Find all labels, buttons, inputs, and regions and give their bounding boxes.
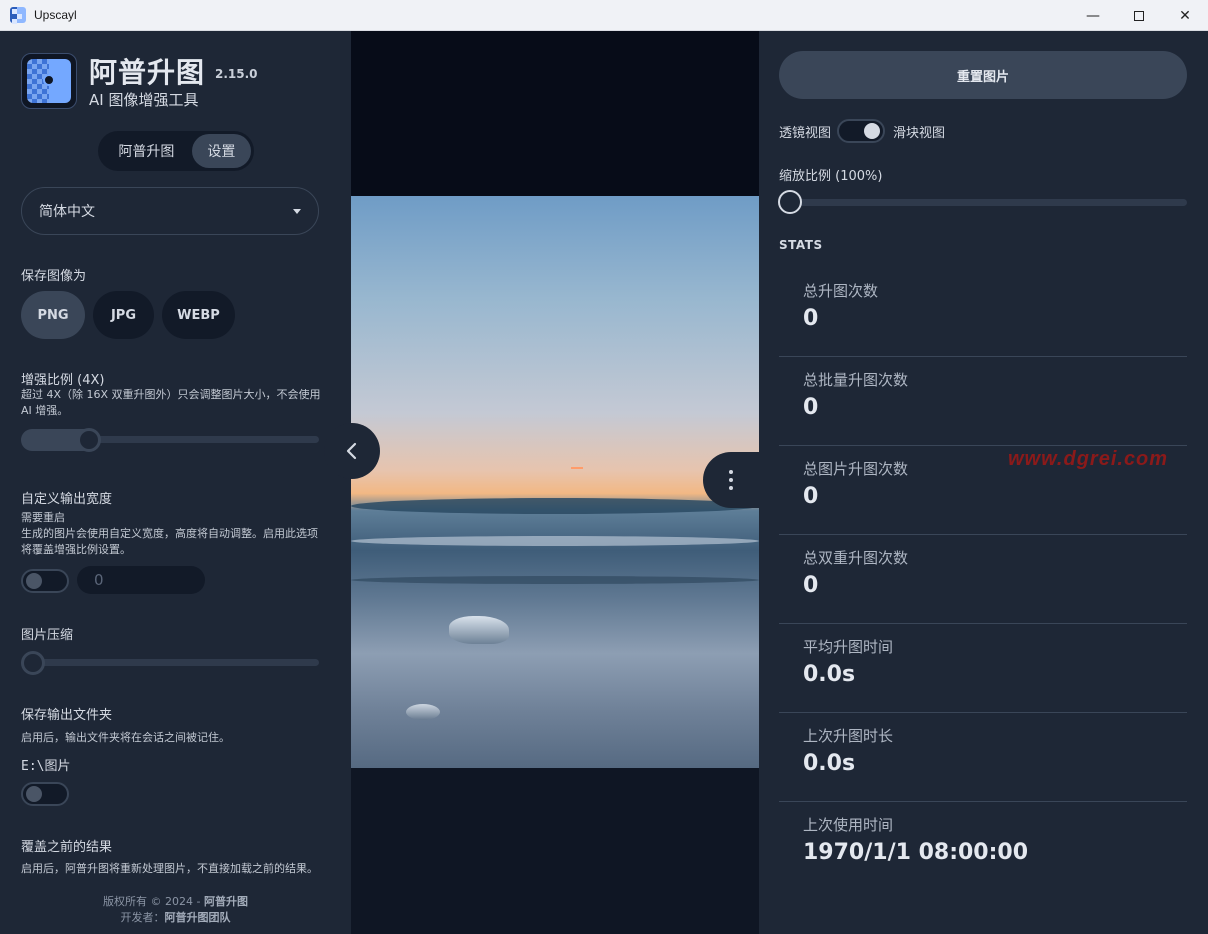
zoom-slider-knob[interactable] [778, 190, 802, 214]
compression-slider-knob[interactable] [21, 651, 45, 675]
scale-title: 增强比例 (4X) [21, 373, 105, 388]
language-select[interactable]: 简体中文 [21, 187, 319, 235]
chevron-down-icon [293, 209, 301, 214]
reset-image-button[interactable]: 重置图片 [779, 51, 1187, 99]
chevron-left-icon [346, 442, 357, 460]
maximize-icon [1134, 10, 1144, 21]
slider-view-label: 滑块视图 [893, 125, 946, 141]
scale-description: 超过 4X（除 16X 双重升图外）只会调整图片大小，不会使用 AI 增强。 [21, 388, 321, 417]
custom-width-note: 需要重启 [21, 511, 65, 524]
version-badge: 2.15.0 [215, 67, 258, 81]
preview-image [351, 196, 759, 768]
stat-double-upscayls: 总双重升图次数 0 [779, 535, 1187, 624]
tab-settings[interactable]: 设置 [191, 134, 251, 168]
settings-sidebar: 阿普升图 2.15.0 AI 图像增强工具 阿普升图 设置 简体中文 保存图像为… [0, 31, 351, 934]
custom-width-description: 生成的图片会使用自定义宽度，高度将自动调整。启用此选项将覆盖增强比例设置。 [21, 527, 318, 556]
custom-width-title: 自定义输出宽度 [21, 492, 113, 507]
brand-subtitle: AI 图像增强工具 [89, 91, 199, 109]
format-jpg-button[interactable]: JPG [93, 291, 154, 339]
save-format-title: 保存图像为 [21, 269, 87, 284]
overwrite-title: 覆盖之前的结果 [21, 840, 113, 855]
save-folder-title: 保存输出文件夹 [21, 708, 113, 723]
developer-text: 开发者：阿普升图团队 [120, 911, 231, 924]
zoom-label: 缩放比例 (100%) [779, 169, 883, 184]
zoom-slider[interactable] [778, 190, 1187, 214]
more-vertical-icon [729, 470, 733, 490]
lens-view-label: 透镜视图 [779, 125, 832, 141]
stat-batch-upscayls: 总批量升图次数 0 [779, 357, 1187, 446]
compression-slider[interactable] [21, 651, 319, 675]
overwrite-description: 启用后，阿普升图将重新处理图片，不直接加载之前的结果。 [21, 862, 318, 875]
stat-last-duration: 上次升图时长 0.0s [779, 713, 1187, 802]
image-viewer [351, 31, 759, 934]
window-title: Upscayl [34, 8, 77, 22]
compression-title: 图片压缩 [21, 628, 74, 643]
maximize-button[interactable] [1116, 0, 1162, 31]
stat-average-time: 平均升图时间 0.0s [779, 624, 1187, 713]
minimize-button[interactable]: — [1070, 0, 1116, 31]
language-value: 简体中文 [39, 204, 95, 220]
stats-title: STATS [779, 238, 823, 252]
stat-last-used: 上次使用时间 1970/1/1 08:00:00 [803, 816, 1029, 865]
scale-slider-knob[interactable] [77, 428, 101, 452]
view-mode-toggle[interactable] [837, 119, 886, 143]
save-folder-toggle[interactable] [21, 782, 69, 806]
main-tabs: 阿普升图 设置 [98, 131, 254, 171]
right-panel: 重置图片 透镜视图 滑块视图 缩放比例 (100%) STATS 总升图次数 0… [759, 31, 1208, 934]
save-folder-description: 启用后，输出文件夹将在会话之间被记住。 [21, 731, 230, 744]
custom-width-input[interactable]: 0 [77, 566, 205, 594]
brand-name: 阿普升图 [89, 56, 206, 89]
stat-total-upscayls: 总升图次数 0 [779, 268, 1187, 357]
close-button[interactable]: ✕ [1162, 0, 1208, 31]
copyright-text: 版权所有 © 2024 - 阿普升图 [103, 895, 248, 908]
view-mode-row: 透镜视图 滑块视图 [779, 119, 945, 143]
custom-width-toggle[interactable] [21, 569, 69, 593]
app-icon [10, 7, 26, 23]
tab-upscayl[interactable]: 阿普升图 [101, 134, 192, 168]
watermark-text: www.dgrei.com [1008, 448, 1169, 470]
more-options-button[interactable] [703, 452, 759, 508]
save-folder-path: E:\图片 [21, 759, 71, 774]
scale-slider[interactable] [21, 428, 319, 452]
collapse-sidebar-button[interactable] [324, 423, 380, 479]
app-logo [21, 53, 77, 109]
title-bar: Upscayl — ✕ [0, 0, 1208, 31]
format-png-button[interactable]: PNG [21, 291, 85, 339]
format-webp-button[interactable]: WEBP [162, 291, 235, 339]
